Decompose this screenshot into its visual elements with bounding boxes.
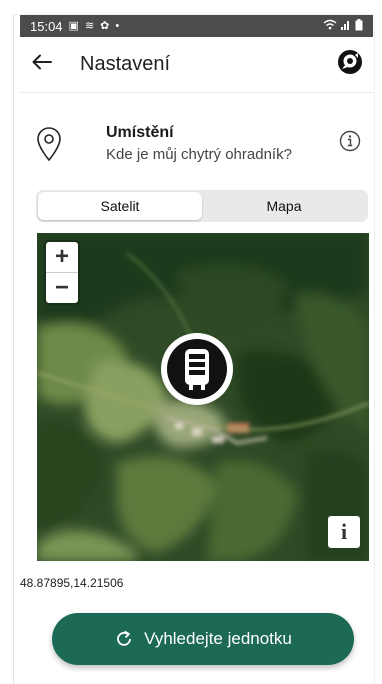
wifi-icon [323,19,337,33]
map-type-toggle: Satelit Mapa [36,190,368,222]
refresh-icon [114,629,134,649]
energizer-device-icon [161,333,233,405]
frame-edge-right [374,14,375,684]
map-view[interactable]: + − i [37,233,369,561]
location-section: Umístění Kde je můj chytrý ohradník? [20,118,373,178]
support-button[interactable] [335,50,365,80]
app-bar: Nastavení [20,37,373,93]
map-attribution-button[interactable]: i [328,516,360,548]
zoom-controls: + − [46,242,78,303]
location-subtitle: Kde je můj chytrý ohradník? [106,146,292,163]
status-right-icons [323,18,363,34]
info-button[interactable] [339,130,361,157]
device-marker[interactable] [159,331,235,407]
signal-notification-icon: ≋ [84,19,95,32]
battery-icon [355,18,363,34]
coordinates-text: 48.87895,14.21506 [20,576,124,590]
status-bar: 15:04 ▣ ≋ ✿ • [20,15,373,37]
image-notification-icon: ▣ [68,19,79,32]
find-unit-button[interactable]: Vyhledejte jednotku [52,613,354,665]
map-type-satellite[interactable]: Satelit [38,192,202,220]
cell-signal-icon [341,19,351,33]
back-button[interactable] [22,45,62,85]
find-unit-label: Vyhledejte jednotku [144,629,292,648]
map-type-map[interactable]: Mapa [202,192,366,220]
info-circle-icon [339,130,361,152]
back-arrow-icon [32,54,52,75]
dot-icon: • [115,19,120,32]
location-pin-icon [36,126,62,167]
frame-edge-left [13,14,14,684]
status-time: 15:04 [30,18,63,34]
location-title: Umístění [106,124,174,141]
support-chat-icon [337,49,363,80]
settings-notification-icon: ✿ [100,19,110,32]
page-title: Nastavení [80,53,171,75]
zoom-out-button[interactable]: − [46,273,78,303]
zoom-in-button[interactable]: + [46,242,78,272]
